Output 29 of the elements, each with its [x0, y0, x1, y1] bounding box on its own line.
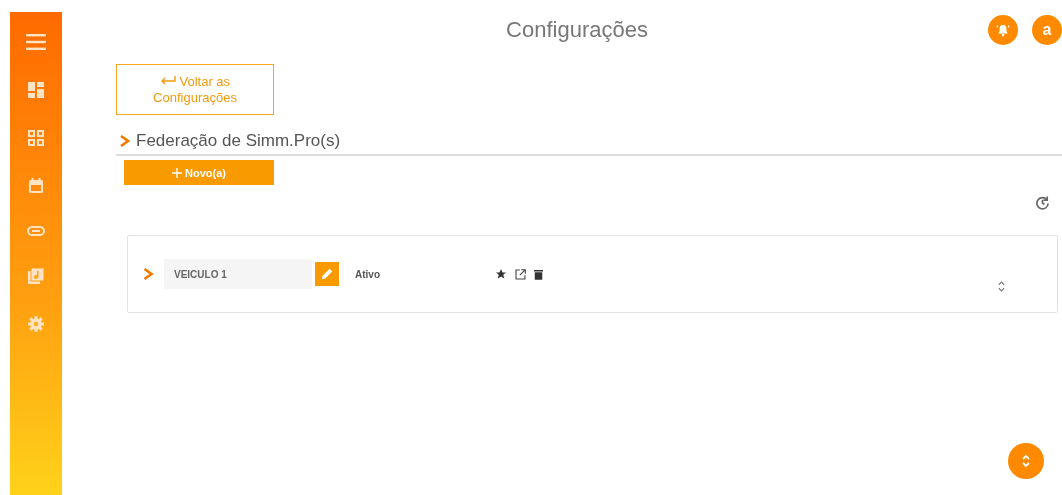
sort-icon[interactable] — [998, 281, 1005, 292]
back-arrow-icon — [159, 75, 176, 86]
star-icon[interactable] — [495, 268, 507, 280]
chevron-icon[interactable] — [143, 268, 154, 280]
bell-icon — [996, 23, 1010, 37]
section-title: Federação de Simm.Pro(s) — [136, 131, 341, 151]
dashboard-icon[interactable] — [28, 82, 44, 98]
pencil-icon — [320, 267, 334, 281]
notifications-button[interactable] — [988, 15, 1018, 45]
status-label: Ativo — [355, 268, 380, 280]
link-icon[interactable] — [27, 226, 45, 236]
user-avatar[interactable]: a — [1032, 15, 1062, 45]
chevron-icon — [120, 135, 130, 147]
menu-icon[interactable] — [26, 34, 46, 50]
up-down-icon — [1021, 454, 1031, 468]
new-button[interactable]: Novo(a) — [124, 160, 274, 185]
refresh-icon[interactable] — [1035, 195, 1050, 210]
page-title: Configurações — [505, 17, 649, 43]
back-button[interactable]: Voltar as Configurações — [116, 64, 274, 115]
music-library-icon[interactable] — [28, 268, 44, 284]
grid-icon[interactable] — [28, 130, 44, 146]
settings-icon[interactable] — [28, 316, 44, 332]
open-external-icon[interactable] — [515, 268, 526, 280]
edit-button[interactable] — [315, 262, 339, 286]
trash-icon[interactable] — [534, 268, 543, 280]
scroll-button[interactable] — [1008, 443, 1044, 479]
plus-icon — [172, 167, 182, 178]
calendar-icon[interactable] — [28, 178, 44, 194]
name-field[interactable]: VEICULO 1 — [164, 259, 312, 289]
